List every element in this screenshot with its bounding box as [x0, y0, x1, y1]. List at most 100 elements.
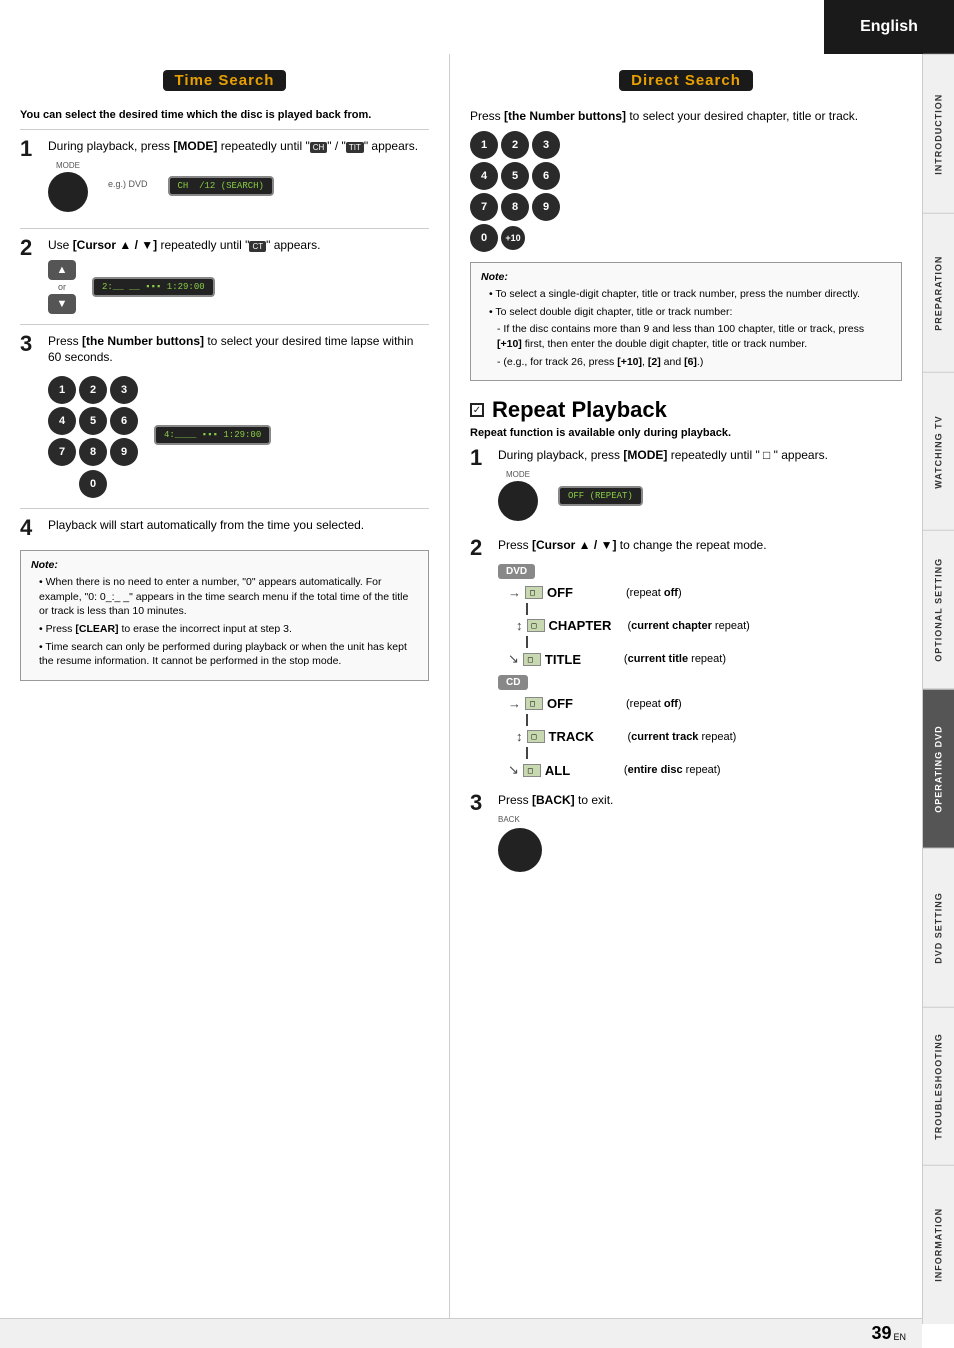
step1-text: During playback, press [MODE] repeatedly… — [48, 138, 429, 155]
dvd-down2 — [526, 636, 902, 648]
repeat-heading: Repeat Playback — [492, 397, 667, 423]
step1-content: During playback, press [MODE] repeatedly… — [48, 138, 429, 218]
note-item-3: Time search can only be performed during… — [39, 640, 418, 669]
dvd-title-arrow: ↘ — [508, 651, 519, 667]
repeat-mode-label: MODE — [506, 470, 530, 479]
step1-screen: CH /12 (SEARCH) — [168, 176, 274, 196]
cd-all-screen: □ — [523, 764, 541, 777]
btn-1[interactable]: 1 — [48, 376, 76, 404]
time-search-subtitle: You can select the desired time which th… — [20, 109, 429, 121]
btn-9[interactable]: 9 — [110, 438, 138, 466]
btn-0[interactable]: 0 — [79, 470, 107, 498]
dvd-chapter-row: ↕ □ CHAPTER (current chapter repeat) — [508, 618, 902, 633]
ds-btn-plus10[interactable]: +10 — [501, 226, 525, 250]
btn-6[interactable]: 6 — [110, 407, 138, 435]
language-label: English — [860, 18, 918, 36]
ds-btn-2[interactable]: 2 — [501, 131, 529, 159]
btn-8[interactable]: 8 — [79, 438, 107, 466]
cd-tree: → □ OFF (repeat off) ↕ □ TR — [508, 696, 902, 778]
step4-content: Playback will start automatically from t… — [48, 517, 429, 540]
ds-btn-1[interactable]: 1 — [470, 131, 498, 159]
cd-all-row: ↘ □ ALL (entire disc repeat) — [508, 762, 902, 778]
note-item-2: Press [CLEAR] to erase the incorrect inp… — [39, 622, 418, 637]
ds-note-title: Note: — [481, 271, 891, 283]
step2: 2 Use [Cursor ▲ / ▼] repeatedly until "C… — [20, 237, 429, 314]
step3-text: Press [the Number buttons] to select you… — [48, 333, 429, 367]
mode-button-icon — [48, 172, 88, 212]
ds-btn-8[interactable]: 8 — [501, 193, 529, 221]
cd-all-arrow: ↘ — [508, 762, 519, 778]
ds-note-sub-1: If the disc contains more than 9 and les… — [497, 322, 891, 351]
back-button-icon — [498, 828, 542, 872]
time-search-title: Time Search — [163, 70, 287, 91]
btn-7[interactable]: 7 — [48, 438, 76, 466]
divider1 — [20, 129, 429, 130]
dvd-chapter-arrow: ↕ — [516, 618, 523, 633]
repeat-step1-content: During playback, press [MODE] repeatedly… — [498, 447, 902, 527]
dvd-section: DVD → □ OFF (repeat off) — [498, 560, 902, 667]
mode-label: MODE — [56, 161, 80, 170]
dvd-label: DVD — [498, 564, 535, 579]
sidebar-watching-tv: WATCHING TV — [923, 372, 954, 531]
dvd-title-desc: (current title repeat) — [624, 653, 726, 665]
page-number: 39 — [871, 1323, 891, 1344]
right-column: Direct Search Press [the Number buttons]… — [450, 54, 922, 1318]
time-search-section: Time Search You can select the desired t… — [0, 54, 450, 1318]
step3-diagram: 1 2 3 4 5 6 7 8 9 0 — [48, 372, 429, 498]
ds-btn-9[interactable]: 9 — [532, 193, 560, 221]
repeat-step1-text: During playback, press [MODE] repeatedly… — [498, 447, 902, 464]
cursor-up: ▲ — [48, 260, 76, 280]
main-content: Time Search You can select the desired t… — [0, 54, 922, 1318]
cd-connector1 — [526, 714, 528, 726]
repeat-playback-section: ✓ Repeat Playback Repeat function is ava… — [470, 397, 902, 871]
step3-content: Press [the Number buttons] to select you… — [48, 333, 429, 499]
eg-dvd: e.g.) DVD — [108, 179, 148, 189]
btn-4[interactable]: 4 — [48, 407, 76, 435]
divider2 — [20, 228, 429, 229]
repeat-step3-text: Press [BACK] to exit. — [498, 792, 902, 809]
dvd-down1 — [526, 603, 902, 615]
ds-btn-6[interactable]: 6 — [532, 162, 560, 190]
language-bar: English — [824, 0, 954, 54]
mode-button-box: MODE — [48, 161, 88, 212]
ds-btn-7[interactable]: 7 — [470, 193, 498, 221]
numrow3: 7 8 9 — [470, 193, 902, 221]
repeat-step2-content: Press [Cursor ▲ / ▼] to change the repea… — [498, 537, 902, 782]
sidebar-preparation: PREPARATION — [923, 213, 954, 372]
ds-btn-0[interactable]: 0 — [470, 224, 498, 252]
cursor-buttons: ▲ or ▼ — [48, 260, 76, 314]
repeat-step1-num: 1 — [470, 447, 492, 469]
sidebar-optional-setting: OPTIONAL SETTING — [923, 530, 954, 689]
ds-btn-4[interactable]: 4 — [470, 162, 498, 190]
direct-numpad: 1 2 3 4 5 6 7 8 9 0 +10 — [470, 131, 902, 252]
step3-num: 3 — [20, 333, 42, 355]
step1: 1 During playback, press [MODE] repeated… — [20, 138, 429, 218]
btn-5[interactable]: 5 — [79, 407, 107, 435]
note-title: Note: — [31, 559, 418, 571]
btn-2[interactable]: 2 — [79, 376, 107, 404]
step2-content: Use [Cursor ▲ / ▼] repeatedly until "CT"… — [48, 237, 429, 314]
ds-btn-3[interactable]: 3 — [532, 131, 560, 159]
sidebar-introduction: INTRODUCTION — [923, 54, 954, 213]
direct-search-text: Press [the Number buttons] to select you… — [470, 109, 902, 123]
numrow2: 4 5 6 — [470, 162, 902, 190]
ds-btn-5[interactable]: 5 — [501, 162, 529, 190]
dvd-title-row: ↘ □ TITLE (current title repeat) — [508, 651, 902, 667]
repeat-step1: 1 During playback, press [MODE] repeated… — [470, 447, 902, 527]
btn-3[interactable]: 3 — [110, 376, 138, 404]
note-item-1: When there is no need to enter a number,… — [39, 575, 418, 619]
btn-0-row: 0 — [48, 470, 138, 498]
cd-all-word: ALL — [545, 763, 620, 778]
right-sidebar: INTRODUCTION PREPARATION WATCHING TV OPT… — [922, 54, 954, 1324]
repeat-step3: 3 Press [BACK] to exit. BACK — [470, 792, 902, 872]
sidebar-troubleshooting: TROUBLESHOOTING — [923, 1007, 954, 1166]
repeat-step3-content: Press [BACK] to exit. BACK — [498, 792, 902, 872]
divider4 — [20, 508, 429, 509]
numrow1: 1 2 3 — [470, 131, 902, 159]
ds-note-sub-2: (e.g., for track 26, press [+10], [2] an… — [497, 355, 891, 370]
repeat-step2-text: Press [Cursor ▲ / ▼] to change the repea… — [498, 537, 902, 554]
time-search-note: Note: When there is no need to enter a n… — [20, 550, 429, 681]
direct-search-section: Direct Search Press [the Number buttons]… — [470, 70, 902, 381]
repeat-step3-num: 3 — [470, 792, 492, 814]
sidebar-dvd-setting: DVD SETTING — [923, 848, 954, 1007]
